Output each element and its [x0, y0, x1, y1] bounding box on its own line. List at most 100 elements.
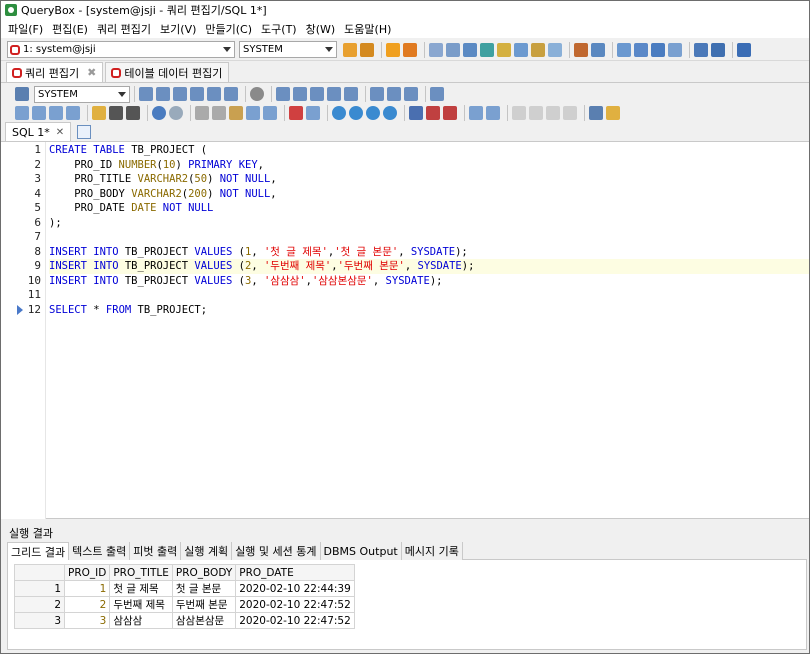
tab-grid-result[interactable]: 그리드 결과 — [7, 542, 70, 560]
view-icon[interactable] — [446, 42, 460, 57]
code-line[interactable]: PRO_TITLE VARCHAR2(50) NOT NULL, — [49, 172, 809, 187]
procedure-icon[interactable] — [531, 42, 545, 57]
code-line[interactable]: CREATE TABLE TB_PROJECT ( — [49, 143, 809, 158]
execute-icon[interactable] — [139, 87, 153, 101]
bind-icon[interactable] — [404, 87, 418, 101]
menu-help[interactable]: 도움말(H) — [341, 21, 397, 37]
column-header[interactable]: PRO_DATE — [235, 564, 355, 581]
close-icon[interactable]: ✖ — [87, 66, 96, 79]
toggle-case-icon[interactable] — [563, 106, 577, 120]
user-icon[interactable] — [574, 42, 588, 57]
save-all-icon[interactable] — [126, 106, 140, 120]
comment-block-icon[interactable] — [469, 106, 483, 120]
code-line[interactable]: ); — [49, 216, 809, 231]
schema-combo[interactable]: SYSTEM — [34, 85, 130, 103]
sequence-icon[interactable] — [514, 42, 528, 57]
code-line[interactable] — [49, 230, 809, 245]
clone-icon[interactable] — [66, 106, 80, 120]
new-file-icon[interactable] — [15, 106, 29, 120]
uncomment-block-icon[interactable] — [486, 106, 500, 120]
uppercase-icon[interactable] — [512, 106, 526, 120]
tab-query-editor[interactable]: 쿼리 편집기 ✖ — [6, 62, 104, 82]
import-icon[interactable] — [634, 42, 648, 57]
sql-editor[interactable]: 1 2 3 4 5 6 7 8 9 10 11 12 CREATE TABLE TB_PROJECT … — [1, 142, 809, 519]
table-row[interactable]: 11첫 글 제목 첫 글 본문 2020-02-10 22:44:39 — [14, 580, 355, 597]
copy-icon[interactable] — [212, 106, 226, 120]
lowercase-icon[interactable] — [529, 106, 543, 120]
new-tab-icon[interactable] — [49, 106, 63, 120]
settings-icon[interactable] — [737, 42, 751, 57]
table-row[interactable]: 2 2 두번째 제목 두번째 본문 2020-02-10 22:47:52 — [14, 596, 355, 613]
tab-sql-1[interactable]: SQL 1* ✕ — [5, 122, 72, 141]
save-icon[interactable] — [109, 106, 123, 120]
explain-plan-icon[interactable] — [190, 87, 204, 101]
tab-dbms-output[interactable]: DBMS Output — [320, 542, 402, 560]
cut-icon[interactable] — [195, 106, 209, 120]
gear-icon[interactable] — [15, 87, 29, 101]
table-cell[interactable]: 1 — [63, 580, 111, 597]
select-all-icon[interactable] — [306, 106, 320, 120]
grid-layout-icon[interactable] — [711, 42, 725, 57]
menu-edit[interactable]: 편집(E) — [49, 21, 94, 37]
menu-file[interactable]: 파일(F) — [5, 21, 49, 37]
synonym-icon[interactable] — [497, 42, 511, 57]
table-cell[interactable]: 2 — [63, 596, 111, 613]
snippet-icon[interactable] — [606, 106, 620, 120]
zoom-icon[interactable] — [332, 106, 346, 120]
comment-icon[interactable] — [293, 87, 307, 101]
menu-tools[interactable]: 도구(T) — [258, 21, 303, 37]
session-icon[interactable] — [591, 42, 605, 57]
undo-icon[interactable] — [152, 106, 166, 120]
column-header[interactable] — [14, 564, 65, 581]
outdent-icon[interactable] — [344, 87, 358, 101]
uncomment-icon[interactable] — [310, 87, 324, 101]
column-header[interactable]: PRO_BODY — [171, 564, 237, 581]
code-line[interactable]: INSERT INTO TB_PROJECT VALUES (3, '삼삼삼',… — [49, 274, 809, 289]
format-icon[interactable] — [276, 87, 290, 101]
execute-script-icon[interactable] — [173, 87, 187, 101]
columns-icon[interactable] — [370, 87, 384, 101]
schema-select[interactable]: SYSTEM — [239, 41, 337, 58]
zoom-out-icon[interactable] — [366, 106, 380, 120]
table-cell[interactable]: 두번째 본문 — [171, 596, 237, 613]
history-icon[interactable] — [430, 87, 444, 101]
new-query-icon[interactable] — [32, 106, 46, 120]
new-sql-tab-icon[interactable] — [77, 125, 92, 139]
tab-table-data-editor[interactable]: 테이블 데이터 편집기 — [105, 62, 230, 82]
zoom-in-icon[interactable] — [349, 106, 363, 120]
zoom-reset-icon[interactable] — [383, 106, 397, 120]
indent-icon[interactable] — [327, 87, 341, 101]
table-cell[interactable]: 첫 글 제목 — [109, 580, 173, 597]
export-icon[interactable] — [617, 42, 631, 57]
tab-session-stats[interactable]: 실행 및 세션 통계 — [232, 542, 321, 560]
results-table[interactable]: PRO_ID PRO_TITLE PRO_BODY PRO_DATE 11첫 글 제목… — [14, 564, 355, 629]
index-icon[interactable] — [480, 42, 494, 57]
capitalize-icon[interactable] — [546, 106, 560, 120]
bookmark-prev-icon[interactable] — [443, 106, 457, 120]
tab-execution-plan[interactable]: 실행 계획 — [181, 542, 233, 560]
table-cell[interactable]: 삼삼본삼문 — [171, 612, 237, 629]
tab-pivot-output[interactable]: 피벗 출력 — [130, 542, 182, 560]
report-icon[interactable] — [668, 42, 682, 57]
goto-line-icon[interactable] — [589, 106, 603, 120]
menu-create[interactable]: 만들기(C) — [202, 21, 258, 37]
commit-icon[interactable] — [386, 42, 400, 57]
stop-icon[interactable] — [250, 87, 264, 101]
trace-icon[interactable] — [207, 87, 221, 101]
rollback-icon[interactable] — [403, 42, 417, 57]
replace-icon[interactable] — [263, 106, 277, 120]
table-cell[interactable]: 첫 글 본문 — [171, 580, 237, 597]
table-cell[interactable]: 삼삼삼 — [109, 612, 173, 629]
table-row[interactable]: 3 3 삼삼삼 삼삼본삼문 2020-02-10 22:47:52 — [14, 612, 355, 629]
bookmark-icon[interactable] — [409, 106, 423, 120]
row-number[interactable]: 2 — [14, 596, 65, 613]
column-header[interactable]: PRO_ID — [63, 564, 111, 581]
row-number[interactable]: 3 — [14, 612, 65, 629]
execute-all-icon[interactable] — [156, 87, 170, 101]
code-line[interactable] — [49, 288, 809, 303]
disconnect-icon[interactable] — [360, 42, 374, 57]
connection-select[interactable]: 1: system@jsji — [7, 41, 235, 58]
menu-window[interactable]: 창(W) — [303, 21, 342, 37]
row-number[interactable]: 1 — [14, 580, 65, 597]
table-cell[interactable]: 두번째 제목 — [109, 596, 173, 613]
